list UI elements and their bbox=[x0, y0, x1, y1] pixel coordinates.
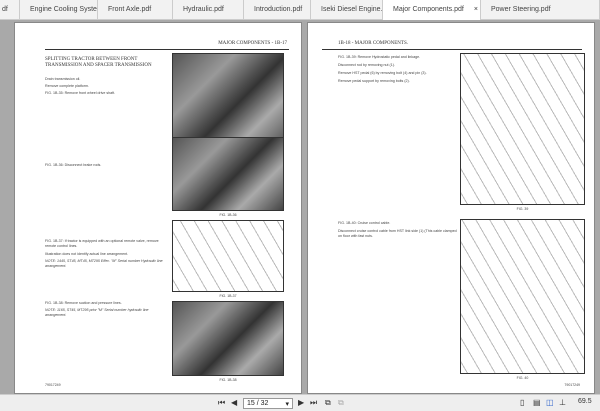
page-footer: 79017249 bbox=[564, 383, 580, 387]
figure-caption: FIG. 1B-38 bbox=[219, 378, 237, 382]
note: NOTE: 1165, ST45, MT295 prior "M" Serial… bbox=[45, 308, 149, 317]
text: FIG. 1B-39: Remove Hydrostatic pedal and… bbox=[338, 55, 421, 59]
text: FIG. 1B-40: Cruise control cable. bbox=[338, 221, 391, 225]
paste-icon[interactable]: ⧉ bbox=[338, 398, 344, 408]
figure-caption: FIG. 40 bbox=[516, 376, 529, 380]
text: FIG. 1B-37: If tractor is equipped with … bbox=[45, 239, 159, 248]
text: Drain transmission oil. bbox=[45, 77, 81, 81]
two-page-view-icon[interactable]: ◫ bbox=[546, 398, 554, 407]
text: Remove complete platform. bbox=[45, 84, 89, 88]
text: FIG. 1B-35: Remove front wheel drive sha… bbox=[45, 91, 116, 95]
single-page-view-icon[interactable]: ▯ bbox=[520, 398, 524, 407]
figure-caption: FIG. 1B-37 bbox=[219, 294, 237, 298]
fit-width-icon[interactable]: ⊥ bbox=[559, 398, 566, 407]
chevron-down-icon[interactable]: ▾ bbox=[285, 400, 289, 408]
next-page-icon[interactable]: ▶ bbox=[298, 398, 304, 407]
zoom-level[interactable]: 69.5 bbox=[578, 398, 592, 405]
prev-page-icon[interactable]: ◀ bbox=[231, 398, 237, 407]
tab-2[interactable]: Front Axle.pdf bbox=[98, 0, 173, 20]
tab-1[interactable]: Engine Cooling Syste... bbox=[20, 0, 98, 20]
first-page-icon[interactable]: ⏮ bbox=[218, 398, 225, 408]
page-number: 15 / 32 bbox=[247, 400, 269, 407]
tab-3[interactable]: Hydraulic.pdf bbox=[173, 0, 244, 20]
figure-drawing bbox=[460, 53, 585, 205]
tab-4[interactable]: Introduction.pdf bbox=[244, 0, 311, 20]
tab-7[interactable]: Power Steering.pdf bbox=[481, 0, 600, 20]
tab-5[interactable]: Iseki Diesel Engine.pdf bbox=[311, 0, 383, 20]
text: FIG. 1B-36: Disconnect brake rods. bbox=[45, 163, 102, 167]
figure-image bbox=[172, 301, 284, 376]
bottom-toolbar: ⏮ ◀ 15 / 32 ▾ ▶ ⏭ ⧉ ⧉ ▯ ▤ ◫ ⊥ 69.5 bbox=[0, 394, 600, 411]
text: Illustration does not identify actual li… bbox=[45, 252, 129, 256]
text: Remove HST pedal (6) by removing bolt (4… bbox=[338, 71, 427, 75]
text: Disconnect cruise control cable from HST… bbox=[338, 229, 457, 238]
figure-image bbox=[172, 137, 284, 211]
tab-bar: df Engine Cooling Syste... Front Axle.pd… bbox=[0, 0, 600, 20]
page-number-input[interactable]: 15 / 32 ▾ bbox=[243, 398, 293, 409]
page-footer: 79017249 bbox=[45, 383, 61, 387]
page-header: MAJOR COMPONENTS - 1B-17 bbox=[218, 41, 287, 46]
figure-caption: FIG. 39 bbox=[516, 207, 529, 211]
text: Disconnect rod by removing nut (1). bbox=[338, 63, 395, 67]
figure-drawing bbox=[460, 219, 585, 374]
figure-drawing bbox=[172, 220, 284, 292]
figure-caption: FIG. 1B-36 bbox=[219, 213, 237, 217]
right-page: 1B-18 - MAJOR COMPONENTS. FIG. 1B-39: Re… bbox=[307, 22, 595, 394]
section-title: SPLITTING TRACTOR BETWEEN FRONT TRANSMIS… bbox=[45, 57, 152, 68]
close-icon[interactable]: × bbox=[474, 6, 478, 13]
tab-label: Major Components.pdf bbox=[393, 6, 464, 13]
text: FIG. 1B-38: Remove suction and pressure … bbox=[45, 301, 122, 305]
tab-6-active[interactable]: Major Components.pdf × bbox=[383, 0, 481, 20]
last-page-icon[interactable]: ⏭ bbox=[310, 398, 317, 408]
note: NOTE: 1445, ST45, MT45, MT295 Effec. "M"… bbox=[45, 259, 163, 268]
page-header: 1B-18 - MAJOR COMPONENTS. bbox=[338, 41, 409, 46]
continuous-view-icon[interactable]: ▤ bbox=[533, 398, 541, 407]
text: Remove pedal support by removing bolts (… bbox=[338, 79, 410, 83]
copy-icon[interactable]: ⧉ bbox=[325, 398, 331, 408]
left-page: MAJOR COMPONENTS - 1B-17 SPLITTING TRACT… bbox=[14, 22, 302, 394]
tab-0[interactable]: df bbox=[0, 0, 20, 20]
